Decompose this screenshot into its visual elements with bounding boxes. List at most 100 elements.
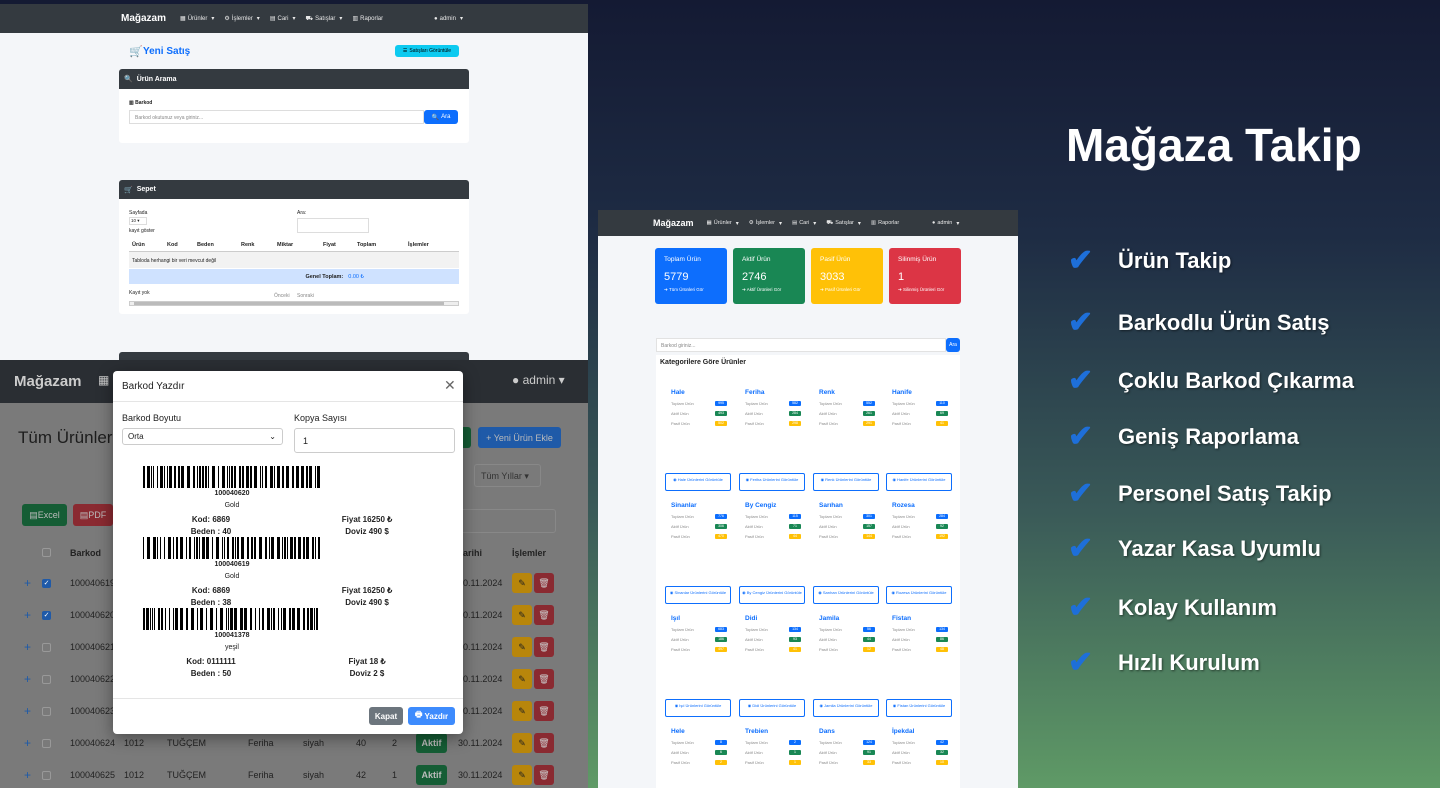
stat-card[interactable]: Toplam Ürün 5779 ➔ Tüm Ürünleri Gör [655,248,727,304]
prev-page-link[interactable]: Önceki [274,293,290,299]
category-view-button[interactable]: ◉ By Cengiz Ürünlerini Görüntüle [739,586,805,604]
dash-search-button[interactable]: Ara [946,338,960,352]
row-checkbox[interactable]: ✓ [42,578,51,588]
expand-icon[interactable]: + [24,672,31,686]
copies-input[interactable]: 1 [294,428,455,453]
category-view-button[interactable]: ◉ Renk Ürünlerini Görüntüle [813,473,879,491]
stat-card[interactable]: Aktif Ürün 2746 ➔ Aktif Ürünleri Gör [733,248,805,304]
dash-nav-islemler[interactable]: ⚙ İşlemler ▾ [749,220,782,227]
next-page-link[interactable]: Sonraki [297,293,314,299]
category-name[interactable]: By Cengiz [745,502,776,509]
stat-link[interactable]: ➔ Silinmiş Ürünleri Gör [898,287,952,293]
expand-icon[interactable]: + [24,608,31,622]
row-checkbox[interactable] [42,770,51,780]
dash-barcode-input[interactable]: Barkod giriniz... [656,338,946,352]
delete-icon[interactable]: 🗑 [534,605,554,625]
basket-col-header[interactable]: Beden [197,242,214,248]
products-search-input[interactable] [458,509,556,533]
expand-icon[interactable]: + [24,768,31,782]
category-view-button[interactable]: ◉ Hanife Ürünlerini Görüntüle [886,473,952,491]
basket-col-header[interactable]: Toplam [357,242,376,248]
add-product-button[interactable]: + Yeni Ürün Ekle [478,427,561,448]
category-name[interactable]: Hale [671,389,685,396]
category-view-button[interactable]: ◉ Fistan Ürünlerini Görüntüle [886,699,952,717]
category-name[interactable]: Jamila [819,615,839,622]
category-view-button[interactable]: ◉ Sarıhan Ürünlerini Görüntüle [813,586,879,604]
category-view-button[interactable]: ◉ Didi Ürünlerini Görüntüle [739,699,805,717]
pdf-button[interactable]: ▤ PDF [73,504,113,526]
page-size-select[interactable]: 10 ▾ [129,217,147,225]
products-user-menu[interactable]: ● admin ▾ [512,373,565,387]
category-view-button[interactable]: ◉ Jamila Ürünlerini Görüntüle [813,699,879,717]
category-view-button[interactable]: ◉ Işıl Ürünlerini Görüntüle [665,699,731,717]
dash-nav-raporlar[interactable]: ▥ Raporlar [871,220,899,226]
expand-icon[interactable]: + [24,640,31,654]
category-name[interactable]: Hanife [892,389,912,396]
modal-close-icon[interactable]: ✕ [444,377,456,394]
barcode-size-select[interactable]: Orta ⌄ [122,428,283,445]
row-checkbox[interactable]: ✓ [42,610,51,620]
basket-col-header[interactable]: Fiyat [323,242,336,248]
barcode-input[interactable]: Barkod okutunuz veya giriniz... [129,110,424,124]
stat-link[interactable]: ➔ Tüm Ürünleri Gör [664,287,718,293]
table-row[interactable]: +100040625 1012 TUĞÇEM Feriha siyah 42 1 Aktif 3… [0,759,588,788]
category-name[interactable]: Sarıhan [819,502,843,509]
edit-icon[interactable]: ✎ [512,605,532,625]
category-view-button[interactable]: ◉ Feriha Ürünlerini Görüntüle [739,473,805,491]
delete-icon[interactable]: 🗑 [534,573,554,593]
expand-icon[interactable]: + [24,704,31,718]
stat-link[interactable]: ➔ Aktif Ürünleri Gör [742,287,796,293]
stat-card[interactable]: Silinmiş Ürün 1 ➔ Silinmiş Ürünleri Gör [889,248,961,304]
row-checkbox[interactable] [42,642,51,652]
delete-icon[interactable]: 🗑 [534,733,554,753]
nav-item-satislar[interactable]: ⛟ Satışlar ▾ [306,15,343,23]
nav-item-islemler[interactable]: ⚙ İşlemler ▾ [224,15,259,23]
row-checkbox[interactable] [42,738,51,748]
excel-button[interactable]: ▤ Excel [22,504,67,526]
close-button[interactable]: Kapat [369,707,403,725]
nav-item-cari[interactable]: ▤ Cari ▾ [270,15,296,23]
expand-icon[interactable]: + [24,576,31,590]
row-checkbox[interactable] [42,706,51,716]
search-button[interactable]: 🔍 Ara [424,110,458,124]
col-select-all[interactable] [42,548,51,557]
user-menu[interactable]: ● admin ▾ [434,15,463,23]
category-name[interactable]: Feriha [745,389,765,396]
stat-card[interactable]: Pasif Ürün 3033 ➔ Pasif Ürünleri Gör [811,248,883,304]
delete-icon[interactable]: 🗑 [534,637,554,657]
basket-col-header[interactable]: Ürün [132,242,145,248]
dashboard-brand[interactable]: Mağazam [653,218,694,228]
brand-logo[interactable]: Mağazam [121,13,166,24]
dash-nav-satislar[interactable]: ⛟ Satışlar ▾ [826,220,861,227]
category-name[interactable]: İpekdal [892,728,914,735]
edit-icon[interactable]: ✎ [512,701,532,721]
category-name[interactable]: Didi [745,615,757,622]
category-name[interactable]: Renk [819,389,835,396]
delete-icon[interactable]: 🗑 [534,701,554,721]
category-name[interactable]: Hele [671,728,685,735]
category-view-button[interactable]: ◉ Hale Ürünlerini Görüntüle [665,473,731,491]
delete-icon[interactable]: 🗑 [534,669,554,689]
basket-col-header[interactable]: Miktar [277,242,293,248]
dash-nav-urunler[interactable]: ▦ Ürünler ▾ [707,220,739,227]
horizontal-scrollbar[interactable] [129,301,459,306]
row-checkbox[interactable] [42,674,51,684]
category-name[interactable]: Fistan [892,615,911,622]
basket-col-header[interactable]: Kod [167,242,178,248]
year-filter-select[interactable]: Tüm Yıllar ▾ [474,464,541,487]
edit-icon[interactable]: ✎ [512,669,532,689]
basket-col-header[interactable]: Renk [241,242,254,248]
filter-input[interactable] [297,218,369,233]
edit-icon[interactable]: ✎ [512,573,532,593]
nav-item-urunler[interactable]: ▦ Ürünler ▾ [180,15,214,23]
edit-icon[interactable]: ✎ [512,765,532,785]
view-sales-button[interactable]: ☰ Satışları Görüntüle [395,45,459,57]
category-name[interactable]: Trebien [745,728,768,735]
products-brand[interactable]: Mağazam [14,373,82,390]
basket-col-header[interactable]: İşlemler [408,242,429,248]
print-button[interactable]: 🖶 Yazdır [408,707,455,725]
category-view-button[interactable]: ◉ Sinanlar Ürünlerini Görüntüle [665,586,731,604]
category-name[interactable]: Rozesa [892,502,915,509]
stat-link[interactable]: ➔ Pasif Ürünleri Gör [820,287,874,293]
dash-nav-cari[interactable]: ▤ Cari ▾ [792,220,816,227]
